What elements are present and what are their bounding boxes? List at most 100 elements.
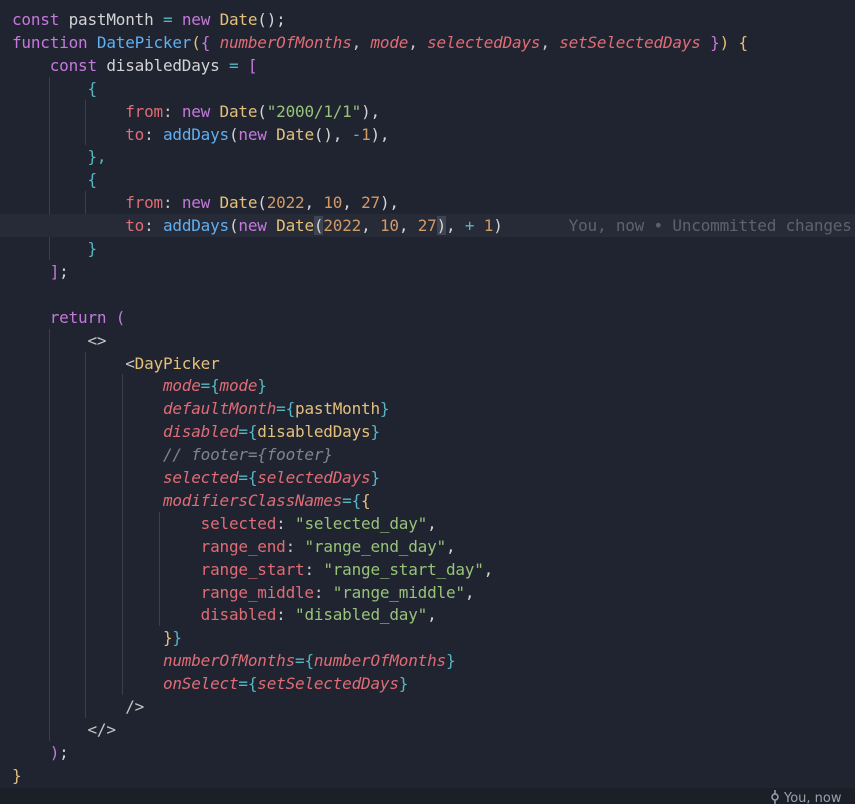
code-line[interactable]: disabled={disabledDays} (12, 420, 380, 443)
code-token: ( (313, 216, 324, 236)
code-token: , (446, 216, 465, 236)
code-line[interactable]: modifiersClassNames={{ (12, 489, 371, 512)
code-token: } (700, 32, 720, 52)
git-blame-status[interactable]: You, now (770, 790, 842, 804)
code-token: , (445, 536, 456, 556)
code-token: "selected_day" (295, 513, 428, 533)
code-token: - (351, 124, 362, 144)
code-token: selected (162, 468, 239, 487)
code-line[interactable]: const disabledDays = [ (12, 54, 258, 77)
status-bar: You, now (0, 788, 855, 804)
code-line[interactable]: mode={mode} (12, 374, 267, 397)
code-line[interactable]: { (12, 77, 97, 100)
code-token: Date (276, 216, 314, 236)
code-line[interactable]: from: new Date(2022, 10, 27), (12, 191, 399, 214)
code-token: ( (228, 124, 239, 144)
code-line[interactable]: const pastMonth = new Date(); (12, 8, 286, 31)
code-token: onSelect (162, 674, 239, 694)
code-token: = (276, 399, 286, 419)
code-token: 2022 (266, 193, 305, 213)
code-token: selectedDays (427, 32, 541, 52)
code-token: : (162, 193, 182, 213)
code-line[interactable]: ); (12, 741, 69, 764)
code-token: = (228, 55, 248, 75)
code-line[interactable]: to: addDays(new Date(), -1), (12, 123, 389, 146)
code-token: : (285, 536, 305, 556)
code-line[interactable]: { (12, 168, 97, 191)
code-token: from (125, 101, 163, 121)
code-token: numberOfMonths (162, 651, 295, 671)
code-token: ] (49, 261, 60, 281)
code-token: { (351, 490, 362, 510)
code-token: : (144, 124, 163, 144)
code-token: 2022 (323, 216, 362, 236)
code-line[interactable]: } (12, 237, 97, 260)
code-token: numberOfMonths (219, 32, 352, 52)
code-token: ) (493, 216, 503, 236)
code-line[interactable]: <> (12, 329, 106, 352)
code-token: disabled (200, 605, 277, 625)
code-line[interactable]: from: new Date("2000/1/1"), (12, 100, 380, 123)
code-token: defaultMonth (162, 399, 277, 419)
code-token: { (200, 32, 220, 52)
code-line[interactable]: </> (12, 718, 116, 741)
code-token: , (408, 32, 428, 52)
code-token: 10 (379, 216, 399, 236)
code-token: , (351, 32, 371, 52)
code-token: addDays (162, 124, 229, 144)
code-token: } (370, 422, 380, 442)
code-token: = (342, 490, 352, 510)
code-line[interactable]: selected={selectedDays} (12, 466, 380, 489)
code-line[interactable]: numberOfMonths={numberOfMonths} (12, 649, 456, 672)
code-line[interactable]: defaultMonth={pastMonth} (12, 397, 390, 420)
code-token: , (540, 32, 560, 52)
code-token: setSelectedDays (559, 32, 701, 52)
code-line[interactable]: onSelect={setSelectedDays} (12, 672, 408, 695)
code-token: : (313, 582, 333, 602)
code-token: : (276, 513, 296, 533)
code-line[interactable]: to: addDays(new Date(2022, 10, 27), + 1)… (0, 214, 855, 238)
code-line[interactable]: // footer={footer} (12, 443, 333, 466)
code-token: = (200, 376, 211, 396)
code-token: addDays (162, 216, 229, 236)
code-line[interactable]: selected: "selected_day", (12, 512, 437, 535)
code-token: 27 (417, 216, 437, 236)
code-token: // footer={footer} (162, 445, 333, 465)
code-token: to (125, 216, 145, 236)
code-token: pastMonth (295, 399, 380, 419)
git-blame-text: You, now (784, 791, 842, 804)
code-line[interactable]: range_middle: "range_middle", (12, 581, 475, 604)
code-token: modifiersClassNames (162, 490, 343, 510)
code-line[interactable]: } (12, 764, 22, 787)
code-line[interactable]: }, (12, 145, 106, 168)
code-token: new (238, 124, 277, 144)
code-token: mode (162, 376, 201, 396)
code-line[interactable]: ]; (12, 260, 69, 283)
code-line[interactable]: range_start: "range_start_day", (12, 558, 494, 581)
code-line[interactable]: disabled: "disabled_day", (12, 603, 437, 626)
code-token: : (276, 605, 296, 625)
code-token: + (464, 216, 484, 236)
code-line[interactable]: function DatePicker({ numberOfMonths, mo… (12, 31, 748, 54)
code-token: 27 (361, 193, 380, 213)
code-token: pastMonth (68, 10, 163, 29)
code-line[interactable]: <DayPicker (12, 352, 220, 375)
code-line[interactable]: /> (12, 695, 144, 718)
code-line[interactable]: range_end: "range_end_day", (12, 535, 456, 558)
code-token: ) (436, 216, 446, 236)
code-editor[interactable]: const pastMonth = new Date(); function Da… (0, 0, 855, 788)
code-line[interactable]: return ( (12, 306, 126, 329)
code-token: , (361, 216, 380, 236)
code-token: DayPicker (134, 353, 220, 373)
code-line[interactable]: }} (12, 626, 182, 649)
